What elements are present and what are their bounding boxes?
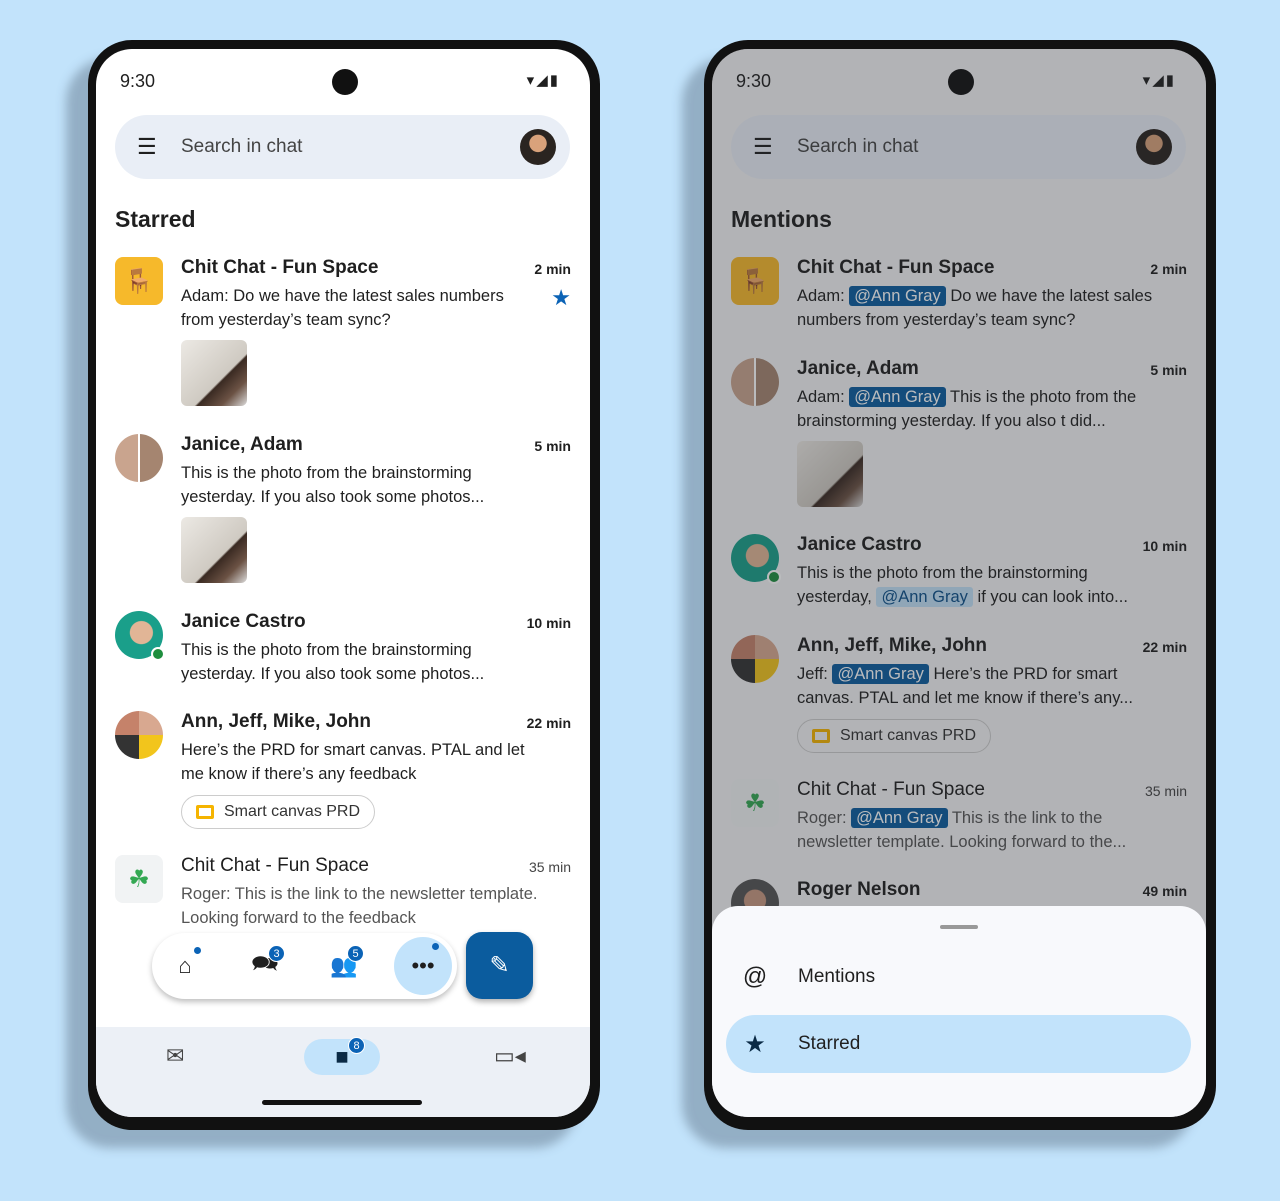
home-indicator: [262, 1100, 422, 1105]
drag-handle[interactable]: [940, 925, 978, 929]
unread-dot: [432, 943, 439, 950]
unread-dot: [194, 947, 201, 954]
group-avatar: [115, 711, 163, 759]
dms-badge: 3: [268, 945, 285, 962]
bottom-nav: ✉ ■ 8 ▭◂: [96, 1027, 590, 1117]
menu-icon[interactable]: ☰: [137, 134, 163, 160]
chat-badge: 8: [348, 1037, 365, 1054]
item-title: Janice, Adam: [181, 434, 303, 455]
mail-tab[interactable]: ✉: [166, 1043, 184, 1069]
chat-tab[interactable]: ■ 8: [304, 1037, 380, 1075]
item-message: This is the photo from the brainstorming…: [181, 641, 485, 683]
online-indicator: [151, 647, 165, 661]
image-thumbnail[interactable]: [181, 340, 247, 406]
item-message: Adam: Do we have the latest sales number…: [181, 287, 504, 329]
item-time: 35 min: [528, 859, 571, 875]
attachment-label: Smart canvas PRD: [224, 803, 361, 820]
star-icon[interactable]: ★: [551, 285, 571, 311]
attachment-chip[interactable]: Smart canvas PRD: [181, 795, 376, 829]
option-label: Mentions: [798, 966, 876, 987]
status-time: 9:30: [120, 71, 156, 91]
meet-tab[interactable]: ▭◂: [494, 1043, 526, 1069]
home-button[interactable]: ⌂: [160, 941, 210, 991]
item-title: Chit Chat - Fun Space: [181, 257, 379, 278]
doc-icon: [196, 805, 214, 819]
item-time: 10 min: [526, 615, 571, 631]
option-label: Starred: [798, 1033, 861, 1054]
phone-starred: 9:30 ▾◢▮ ☰ Search in chat Starred 🪑 Chit…: [88, 40, 600, 1130]
item-message: This is the photo from the brainstorming…: [181, 464, 485, 506]
filter-bottom-sheet: @ Mentions ★ Starred: [712, 906, 1206, 1117]
more-button[interactable]: •••: [394, 937, 452, 995]
chat-filter-bar: ⌂ 🗪 3 👥 5 •••: [152, 933, 457, 999]
item-message: Roger: This is the link to the newslette…: [181, 885, 538, 927]
item-title: Ann, Jeff, Mike, John: [181, 711, 372, 732]
dms-button[interactable]: 🗪 3: [240, 941, 290, 991]
spaces-button[interactable]: 👥 5: [319, 941, 369, 991]
sheet-option-starred[interactable]: ★ Starred: [726, 1015, 1191, 1073]
screen: 9:30 ▾◢▮ ☰ Search in chat Starred 🪑 Chit…: [96, 49, 590, 1117]
item-title: Janice Castro: [181, 611, 306, 632]
item-title: Chit Chat - Fun Space: [181, 855, 369, 876]
item-message: Here’s the PRD for smart canvas. PTAL an…: [181, 741, 525, 783]
spaces-badge: 5: [347, 945, 364, 962]
item-time: 2 min: [534, 261, 571, 277]
sheet-option-mentions[interactable]: @ Mentions: [726, 948, 1191, 1006]
screen: 9:30 ▾◢▮ ☰ Search in chat Mentions 🪑 Chi…: [712, 49, 1206, 1117]
space-icon: 🪑: [115, 257, 163, 305]
status-icons: ▾◢▮: [526, 72, 560, 89]
new-chat-button[interactable]: ✎: [466, 932, 533, 999]
search-placeholder: Search in chat: [181, 136, 303, 157]
page-title: Starred: [115, 206, 196, 232]
clover-icon: ☘: [115, 855, 163, 903]
camera-cutout: [332, 69, 358, 95]
search-bar[interactable]: ☰ Search in chat: [115, 115, 570, 179]
group-avatar: [115, 434, 163, 482]
item-time: 22 min: [526, 715, 571, 731]
at-icon: @: [742, 963, 768, 990]
image-thumbnail[interactable]: [181, 517, 247, 583]
avatar[interactable]: [520, 129, 556, 165]
phone-mentions: 9:30 ▾◢▮ ☰ Search in chat Mentions 🪑 Chi…: [704, 40, 1216, 1130]
star-icon: ★: [744, 1030, 766, 1058]
item-time: 5 min: [534, 438, 571, 454]
